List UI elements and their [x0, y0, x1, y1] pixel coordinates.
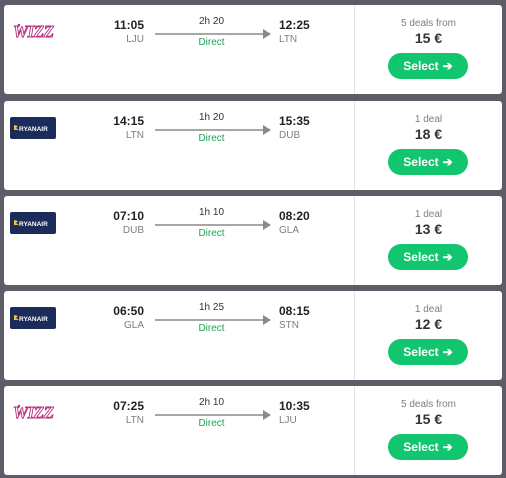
arrow-right-icon: ➔: [442, 250, 453, 264]
price: 13 €: [414, 221, 443, 237]
stops-label: Direct: [198, 133, 225, 144]
arrival-time: 12:25: [279, 18, 310, 32]
svg-text:RYANAIR: RYANAIR: [19, 221, 48, 228]
arrival-airport-code: DUB: [279, 130, 301, 141]
select-button-label: Select: [403, 59, 439, 73]
deals-count: 1 deal: [414, 304, 443, 315]
departure-airport-code: DUB: [122, 225, 144, 236]
arrow-right-icon: ➔: [442, 440, 453, 454]
stops-label: Direct: [198, 37, 225, 48]
flight-duration: 1h 25: [198, 302, 225, 313]
wizz-logo: WIZZ: [10, 402, 56, 424]
departure-airport-code: LTN: [125, 130, 144, 141]
select-button[interactable]: Select ➔: [388, 339, 468, 365]
select-button-label: Select: [403, 440, 439, 454]
departure-time: 11:05: [113, 18, 144, 32]
departure-airport-code: LJU: [126, 34, 144, 45]
arrival-time: 15:35: [279, 114, 310, 128]
arrival-time: 08:15: [279, 304, 310, 318]
arrow-right-icon: ➔: [442, 155, 453, 169]
flight-result-card[interactable]: WIZZ 11:05 LJU 2h 20 Direct 12:25 LTN 5 …: [4, 5, 502, 94]
departure-time: 07:10: [113, 209, 144, 223]
select-button[interactable]: Select ➔: [388, 244, 468, 270]
departure-time: 06:50: [113, 304, 144, 318]
select-button[interactable]: Select ➔: [388, 434, 468, 460]
stops-label: Direct: [198, 418, 225, 429]
select-button[interactable]: Select ➔: [388, 53, 468, 79]
select-button[interactable]: Select ➔: [388, 149, 468, 175]
price: 18 €: [414, 126, 443, 142]
stops-label: Direct: [198, 228, 225, 239]
ryanair-logo: RYANAIR: [10, 307, 56, 329]
ryanair-logo: RYANAIR: [10, 212, 56, 234]
arrival-airport-code: LJU: [279, 415, 297, 426]
flight-duration: 2h 20: [198, 16, 225, 27]
flight-result-card[interactable]: RYANAIR 14:15 LTN 1h 20 Direct 15:35 DUB…: [4, 101, 502, 190]
arrow-right-icon: ➔: [442, 59, 453, 73]
arrival-time: 10:35: [279, 399, 310, 413]
flight-duration: 2h 10: [198, 397, 225, 408]
flight-duration: 1h 20: [198, 112, 225, 123]
price: 15 €: [414, 411, 443, 427]
ryanair-logo: RYANAIR: [10, 117, 56, 139]
stops-label: Direct: [198, 323, 225, 334]
departure-airport-code: GLA: [123, 320, 144, 331]
flight-result-card[interactable]: WIZZ 07:25 LTN 2h 10 Direct 10:35 LJU 5 …: [4, 386, 502, 475]
departure-airport-code: LTN: [125, 415, 144, 426]
select-button-label: Select: [403, 250, 439, 264]
arrival-airport-code: LTN: [279, 34, 298, 45]
departure-time: 07:25: [113, 399, 144, 413]
deals-count: 1 deal: [414, 209, 443, 220]
wizz-logo: WIZZ: [10, 21, 56, 43]
deals-count: 5 deals from: [400, 18, 457, 29]
arrival-time: 08:20: [279, 209, 310, 223]
flight-result-card[interactable]: RYANAIR 06:50 GLA 1h 25 Direct 08:15 STN…: [4, 291, 502, 380]
arrival-airport-code: GLA: [279, 225, 300, 236]
flight-result-card[interactable]: RYANAIR 07:10 DUB 1h 10 Direct 08:20 GLA…: [4, 196, 502, 285]
departure-time: 14:15: [113, 114, 144, 128]
flight-duration: 1h 10: [198, 207, 225, 218]
svg-text:RYANAIR: RYANAIR: [19, 316, 48, 323]
select-button-label: Select: [403, 345, 439, 359]
price: 15 €: [414, 30, 443, 46]
deals-count: 5 deals from: [400, 399, 457, 410]
arrival-airport-code: STN: [279, 320, 299, 331]
deals-count: 1 deal: [414, 114, 443, 125]
price: 12 €: [414, 316, 443, 332]
select-button-label: Select: [403, 155, 439, 169]
svg-text:RYANAIR: RYANAIR: [19, 126, 48, 133]
arrow-right-icon: ➔: [442, 345, 453, 359]
